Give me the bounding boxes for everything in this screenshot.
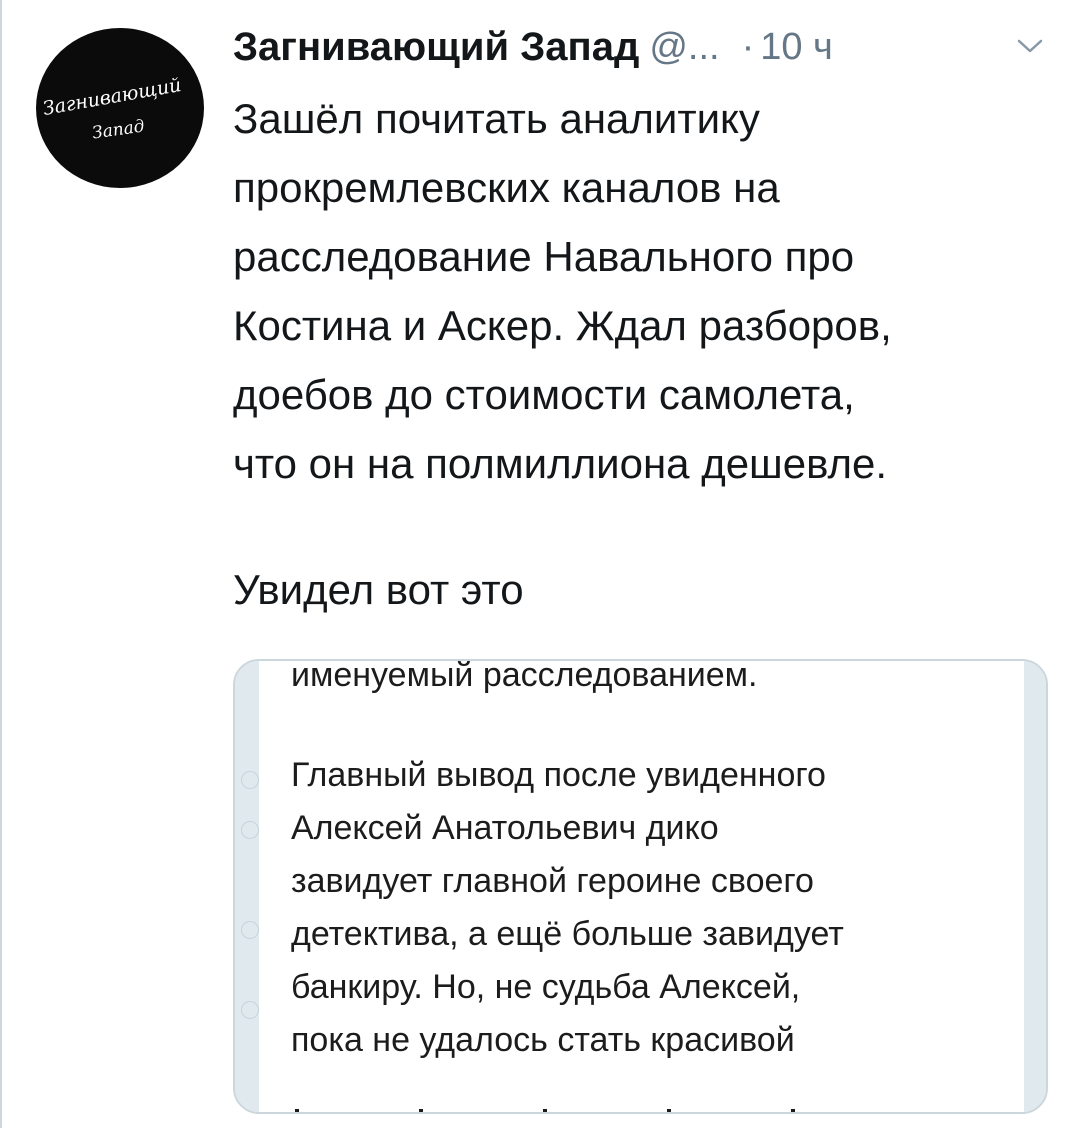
avatar-logo: Загнивающий Запад <box>36 28 204 188</box>
media-background-strip <box>235 661 259 1112</box>
avatar[interactable]: Загнивающий Запад <box>36 28 204 188</box>
media-message-text: именуемый расследованием. Главный вывод … <box>291 659 1031 1067</box>
chevron-down-icon[interactable] <box>1016 36 1044 56</box>
media-text-line: пока не удалось стать красивой <box>291 1021 795 1059</box>
tweet-timestamp[interactable]: 10 ч <box>760 26 833 69</box>
media-text-line: детектива, а ещё больше завидует <box>291 915 844 953</box>
tweet-text: Зашёл почитать аналитику прокремлевских … <box>233 84 1063 498</box>
tweet-text-line: Зашёл почитать аналитику <box>233 95 760 142</box>
tweet-header: Загнивающий Запад @... · 10 ч <box>233 22 1053 72</box>
display-name[interactable]: Загнивающий Запад <box>233 25 639 70</box>
doodle-icon <box>241 821 259 839</box>
tweet-text-line: что он на полмиллиона дешевле. <box>233 440 887 487</box>
media-text-line: банкиру. Но, не судьба Алексей, <box>291 968 801 1006</box>
tweet-media-image[interactable]: именуемый расследованием. Главный вывод … <box>233 659 1048 1114</box>
separator-dot: · <box>741 25 755 68</box>
doodle-icon <box>241 771 259 789</box>
tweet-text-line: Костина и Аскер. Ждал разборов, <box>233 302 892 349</box>
media-text-line: Алексей Анатольевич дико <box>291 809 719 847</box>
media-cropped-text <box>295 1104 1015 1112</box>
tweet-text-line: доебов до стоимости самолета, <box>233 371 855 418</box>
media-text-line: Главный вывод после увиденного <box>291 756 826 794</box>
tweet-text-extra: Увидел вот это <box>233 566 524 613</box>
avatar-logo-line1: Загнивающий <box>41 74 183 120</box>
doodle-icon <box>241 1001 259 1019</box>
tweet-text-line: прокремлевских каналов на <box>233 164 780 211</box>
tweet-text-line: расследование Навального про <box>233 233 855 280</box>
media-paragraph-gap <box>291 702 1031 749</box>
avatar-logo-line2: Запад <box>90 116 146 144</box>
media-text-line: именуемый расследованием. <box>291 659 758 694</box>
tweet[interactable]: Загнивающий Запад Загнивающий Запад @...… <box>0 0 1080 1128</box>
media-text-line: завидует главной героине своего <box>291 862 814 900</box>
doodle-icon <box>241 921 259 939</box>
user-handle[interactable]: @... <box>649 26 719 69</box>
